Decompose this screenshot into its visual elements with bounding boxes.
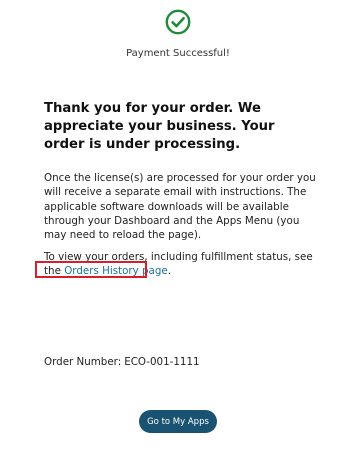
orders-info-suffix: .	[167, 265, 171, 278]
check-circle-icon	[165, 9, 191, 35]
order-number: Order Number: ECO-001-1111	[44, 356, 200, 368]
order-number-label: Order Number:	[44, 356, 122, 368]
license-info-text: Once the license(s) are processed for yo…	[44, 172, 316, 242]
payment-success-message: Payment Successful!	[126, 48, 230, 59]
orders-info-text: To view your orders, including fulfillme…	[44, 250, 324, 279]
confirmation-heading: Thank you for your order. We appreciate …	[44, 101, 275, 152]
go-to-my-apps-button[interactable]: Go to My Apps	[139, 410, 217, 433]
order-number-value: ECO-001-1111	[124, 356, 200, 368]
orders-history-link[interactable]: Orders History page	[64, 265, 168, 277]
